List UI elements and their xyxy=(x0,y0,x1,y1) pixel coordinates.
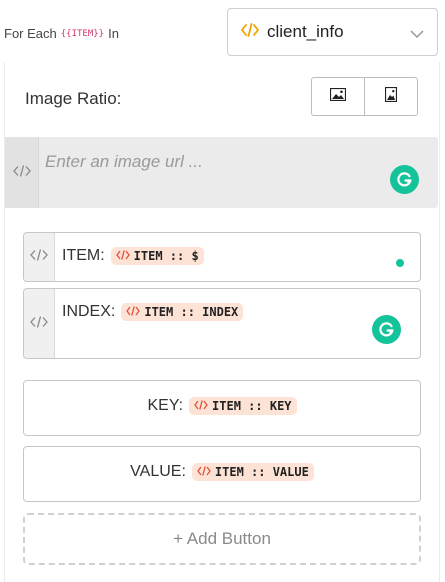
status-dot xyxy=(396,259,404,267)
index-content: INDEX: ITEM :: INDEX xyxy=(62,303,244,321)
code-toggle[interactable] xyxy=(24,289,55,358)
image-url-input[interactable] xyxy=(45,149,385,175)
code-icon xyxy=(30,248,48,266)
code-toggle[interactable] xyxy=(24,233,55,281)
in-text: In xyxy=(108,26,119,41)
value-content: VALUE: ITEM :: VALUE xyxy=(24,463,420,481)
code-icon xyxy=(126,305,141,319)
index-field[interactable]: INDEX: ITEM :: INDEX xyxy=(23,288,421,359)
image-landscape-icon xyxy=(329,87,347,106)
key-chip: ITEM :: KEY xyxy=(189,397,297,415)
for-each-text: For Each xyxy=(4,26,57,41)
code-icon xyxy=(12,164,31,182)
portrait-ratio-button[interactable] xyxy=(364,78,417,115)
item-chip-text: ITEM :: $ xyxy=(133,249,199,263)
item-variable-tag: {{ITEM}} xyxy=(60,28,105,39)
item-field[interactable]: ITEM: ITEM :: $ xyxy=(23,232,421,282)
key-content: KEY: ITEM :: KEY xyxy=(24,397,420,415)
image-portrait-icon xyxy=(384,86,398,107)
image-url-field xyxy=(5,137,438,208)
value-chip: ITEM :: VALUE xyxy=(191,463,314,481)
key-field[interactable]: KEY: ITEM :: KEY xyxy=(23,380,421,436)
item-chip: ITEM :: $ xyxy=(110,247,204,265)
add-button[interactable]: + Add Button xyxy=(23,513,421,565)
index-chip-text: ITEM :: INDEX xyxy=(144,305,239,319)
grammarly-icon[interactable] xyxy=(390,165,419,194)
value-chip-text: ITEM :: VALUE xyxy=(214,465,309,479)
code-toggle[interactable] xyxy=(5,137,39,208)
index-chip: ITEM :: INDEX xyxy=(121,303,244,321)
image-ratio-label: Image Ratio: xyxy=(25,89,122,108)
value-field[interactable]: VALUE: ITEM :: VALUE xyxy=(23,446,421,502)
value-label: VALUE: xyxy=(130,463,186,480)
key-chip-text: ITEM :: KEY xyxy=(212,399,292,413)
key-label: KEY: xyxy=(147,397,184,414)
item-content: ITEM: ITEM :: $ xyxy=(62,247,204,265)
code-icon xyxy=(115,249,130,263)
code-icon xyxy=(241,22,259,42)
chevron-down-icon xyxy=(410,26,424,44)
for-each-label: For Each {{ITEM}} In xyxy=(4,26,119,41)
index-label: INDEX: xyxy=(62,303,116,320)
code-icon xyxy=(197,465,211,479)
data-source-select[interactable]: client_info xyxy=(227,8,438,56)
landscape-ratio-button[interactable] xyxy=(312,78,364,115)
image-ratio-toggle xyxy=(311,77,418,116)
code-icon xyxy=(194,399,208,413)
code-icon xyxy=(30,315,48,333)
grammarly-icon[interactable] xyxy=(372,315,401,344)
select-value: client_info xyxy=(267,22,344,41)
item-label: ITEM: xyxy=(62,247,105,264)
